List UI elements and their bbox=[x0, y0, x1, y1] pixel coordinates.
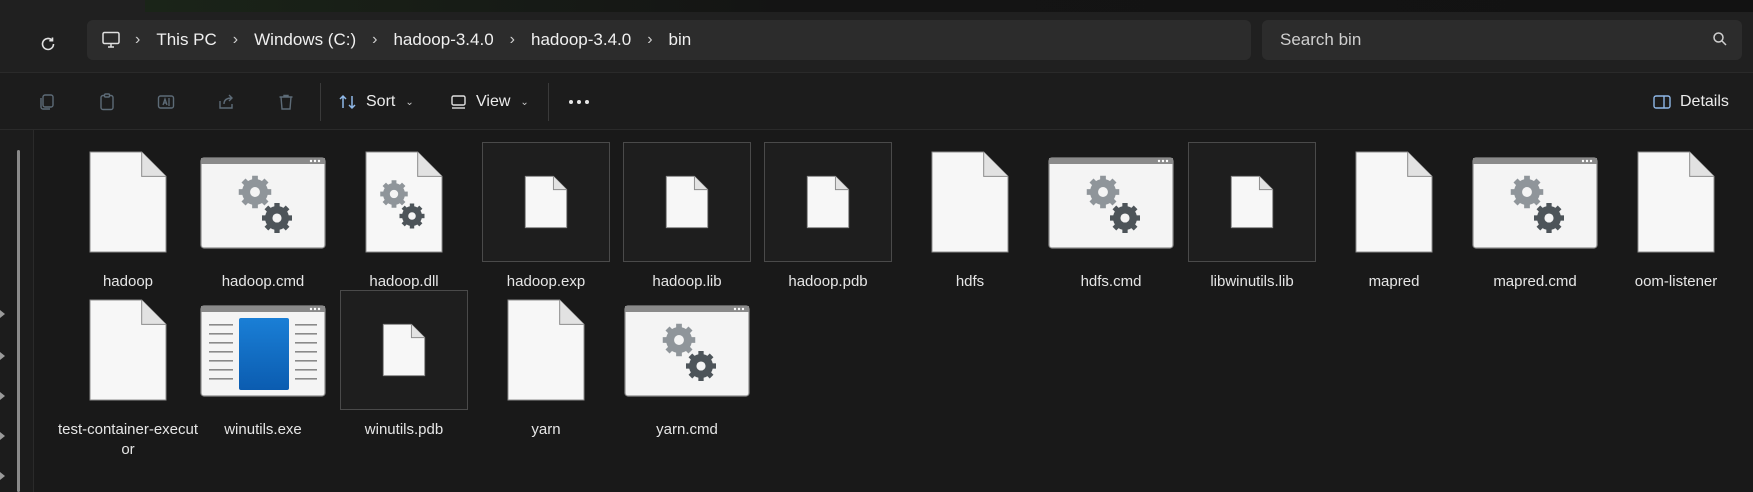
paste-button[interactable] bbox=[92, 87, 122, 117]
navigation-pane bbox=[0, 130, 34, 492]
sort-label: Sort bbox=[366, 93, 396, 110]
copy-button[interactable] bbox=[32, 87, 62, 117]
expand-arrow-icon[interactable] bbox=[0, 432, 5, 440]
chevron-down-icon: ⌄ bbox=[405, 96, 414, 108]
copy-icon bbox=[40, 94, 54, 110]
more-options-button[interactable] bbox=[568, 85, 590, 119]
expand-arrow-icon[interactable] bbox=[0, 310, 5, 318]
file-name: hadoop.dll bbox=[369, 273, 439, 290]
file-name: libwinutils.lib bbox=[1210, 273, 1294, 290]
application-icon bbox=[199, 290, 327, 410]
chevron-down-icon: ⌄ bbox=[520, 96, 529, 108]
command-bar: Sort ⌄ View ⌄ Details bbox=[0, 72, 1753, 130]
sort-button[interactable]: Sort ⌄ bbox=[338, 85, 414, 119]
breadcrumb-hadoop-child[interactable]: hadoop-3.4.0 bbox=[521, 30, 641, 50]
file-name: hadoop.lib bbox=[652, 273, 722, 290]
search-box[interactable] bbox=[1262, 20, 1742, 60]
file-icon bbox=[1188, 142, 1316, 262]
file-icon bbox=[64, 142, 192, 262]
file-name: hadoop.cmd bbox=[221, 273, 305, 290]
settings-file-icon bbox=[1047, 142, 1175, 262]
rename-button[interactable] bbox=[151, 87, 181, 117]
file-name: hadoop.exp bbox=[506, 273, 586, 290]
expand-arrow-icon[interactable] bbox=[0, 472, 5, 480]
chevron-right-icon[interactable]: › bbox=[227, 31, 244, 49]
file-icon bbox=[623, 142, 751, 262]
chevron-right-icon[interactable]: › bbox=[366, 31, 383, 49]
settings-file-icon bbox=[199, 142, 327, 262]
file-name: oom-listener bbox=[1634, 273, 1718, 290]
expand-arrow-icon[interactable] bbox=[0, 392, 5, 400]
search-icon[interactable] bbox=[1712, 31, 1728, 52]
file-name: hdfs.cmd bbox=[1080, 273, 1142, 290]
file-name: mapred.cmd bbox=[1493, 273, 1577, 290]
search-input[interactable] bbox=[1280, 30, 1680, 50]
title-strip bbox=[0, 0, 1753, 12]
file-name: hadoop.pdb bbox=[788, 273, 868, 290]
breadcrumb-windows-c[interactable]: Windows (C:) bbox=[244, 30, 366, 50]
share-button[interactable] bbox=[211, 87, 241, 117]
file-name: hdfs bbox=[955, 273, 985, 290]
chevron-right-icon[interactable]: › bbox=[129, 31, 146, 49]
refresh-icon bbox=[41, 37, 55, 51]
file-icon bbox=[906, 142, 1034, 262]
nav-scrollbar[interactable] bbox=[17, 150, 20, 492]
file-name: winutils.exe bbox=[224, 421, 302, 438]
settings-file-icon bbox=[340, 142, 468, 262]
file-icon bbox=[1330, 142, 1458, 262]
file-name: yarn.cmd bbox=[656, 421, 718, 438]
settings-file-icon bbox=[623, 290, 751, 410]
chevron-right-icon[interactable]: › bbox=[504, 31, 521, 49]
address-bar: › This PC › Windows (C:) › hadoop-3.4.0 … bbox=[0, 12, 1753, 72]
settings-file-icon bbox=[1471, 142, 1599, 262]
more-icon bbox=[569, 100, 589, 104]
share-icon bbox=[219, 94, 233, 109]
breadcrumb-hadoop-parent[interactable]: hadoop-3.4.0 bbox=[383, 30, 503, 50]
breadcrumb[interactable]: › This PC › Windows (C:) › hadoop-3.4.0 … bbox=[87, 20, 1251, 60]
delete-button[interactable] bbox=[271, 87, 301, 117]
toolbar-divider bbox=[548, 83, 549, 121]
file-name: test-container-executor bbox=[57, 421, 199, 458]
sort-icon bbox=[339, 94, 356, 110]
file-icon bbox=[1612, 142, 1740, 262]
file-icon bbox=[482, 290, 610, 410]
chevron-right-icon[interactable]: › bbox=[641, 31, 658, 49]
file-name: mapred bbox=[1368, 273, 1420, 290]
file-icon bbox=[764, 142, 892, 262]
tab-strip-background bbox=[145, 0, 1753, 12]
rename-icon bbox=[157, 95, 175, 109]
view-icon bbox=[451, 95, 466, 109]
paste-icon bbox=[100, 93, 114, 111]
breadcrumb-bin[interactable]: bin bbox=[659, 30, 702, 50]
breadcrumb-this-pc[interactable]: This PC bbox=[146, 30, 226, 50]
toolbar-divider bbox=[320, 83, 321, 121]
details-label: Details bbox=[1680, 93, 1729, 110]
file-name: yarn bbox=[531, 421, 561, 438]
refresh-button[interactable] bbox=[30, 26, 66, 62]
computer-icon[interactable] bbox=[101, 31, 129, 49]
file-name: hadoop bbox=[102, 273, 154, 290]
file-icon bbox=[482, 142, 610, 262]
details-pane-icon bbox=[1653, 95, 1671, 109]
details-button[interactable]: Details bbox=[1652, 85, 1729, 119]
view-button[interactable]: View ⌄ bbox=[450, 85, 529, 119]
view-label: View bbox=[476, 93, 511, 110]
trash-icon bbox=[279, 94, 293, 110]
file-icon bbox=[64, 290, 192, 410]
file-icon bbox=[340, 290, 468, 410]
expand-arrow-icon[interactable] bbox=[0, 352, 5, 360]
file-grid: hadoop hadoop.cmd hadoop.dll hadoop.exp … bbox=[34, 130, 1753, 492]
file-name: winutils.pdb bbox=[364, 421, 444, 438]
